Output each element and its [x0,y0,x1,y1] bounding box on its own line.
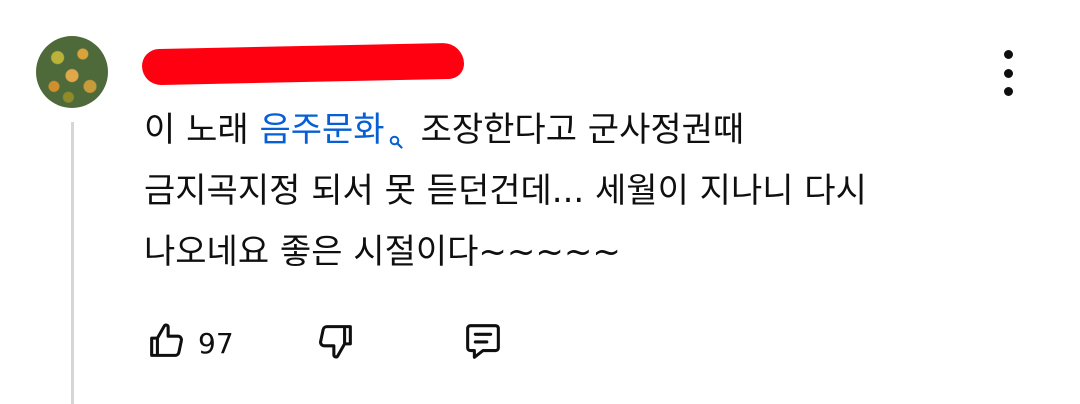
avatar[interactable] [36,36,108,108]
comment-actions: 97 [144,318,544,374]
thumb-up-icon [144,318,190,368]
comment-text-segment: 이 노래 [144,110,260,150]
comment-line: 나오네요 좋은 시절이다~~~~~ [144,232,621,272]
thread-line [71,122,74,404]
comment-icon [460,318,506,368]
more-options-button[interactable] [990,50,1026,96]
search-icon[interactable] [389,108,403,149]
comment-meta: 일 전 [141,40,484,86]
search-link[interactable]: 음주문화 [259,110,384,150]
reply-button[interactable] [460,318,506,368]
like-count: 97 [198,326,234,360]
redaction-mark [141,42,465,86]
more-vert-icon-dot [1003,87,1013,96]
more-vert-icon-dot [1003,68,1013,78]
comment-text: 이 노래 음주문화 조장한다고 군사정권때 금지곡지정 되서 못 듣던건데... … [144,100,1024,283]
thumb-down-icon [312,318,358,368]
comment-text-segment: 조장한다고 군사정권때 [420,110,745,150]
comment-line: 금지곡지정 되서 못 듣던건데... 세월이 지나니 다시 [144,171,867,211]
dislike-button[interactable] [312,318,358,368]
comment-line: 이 노래 음주문화 조장한다고 군사정권때 [144,100,1024,161]
more-vert-icon [1003,50,1013,59]
comment-card: 일 전 이 노래 음주문화 조장한다고 군사정권때 금지곡지정 되서 못 듣던건데… [0,0,1080,404]
like-button[interactable]: 97 [144,318,234,368]
